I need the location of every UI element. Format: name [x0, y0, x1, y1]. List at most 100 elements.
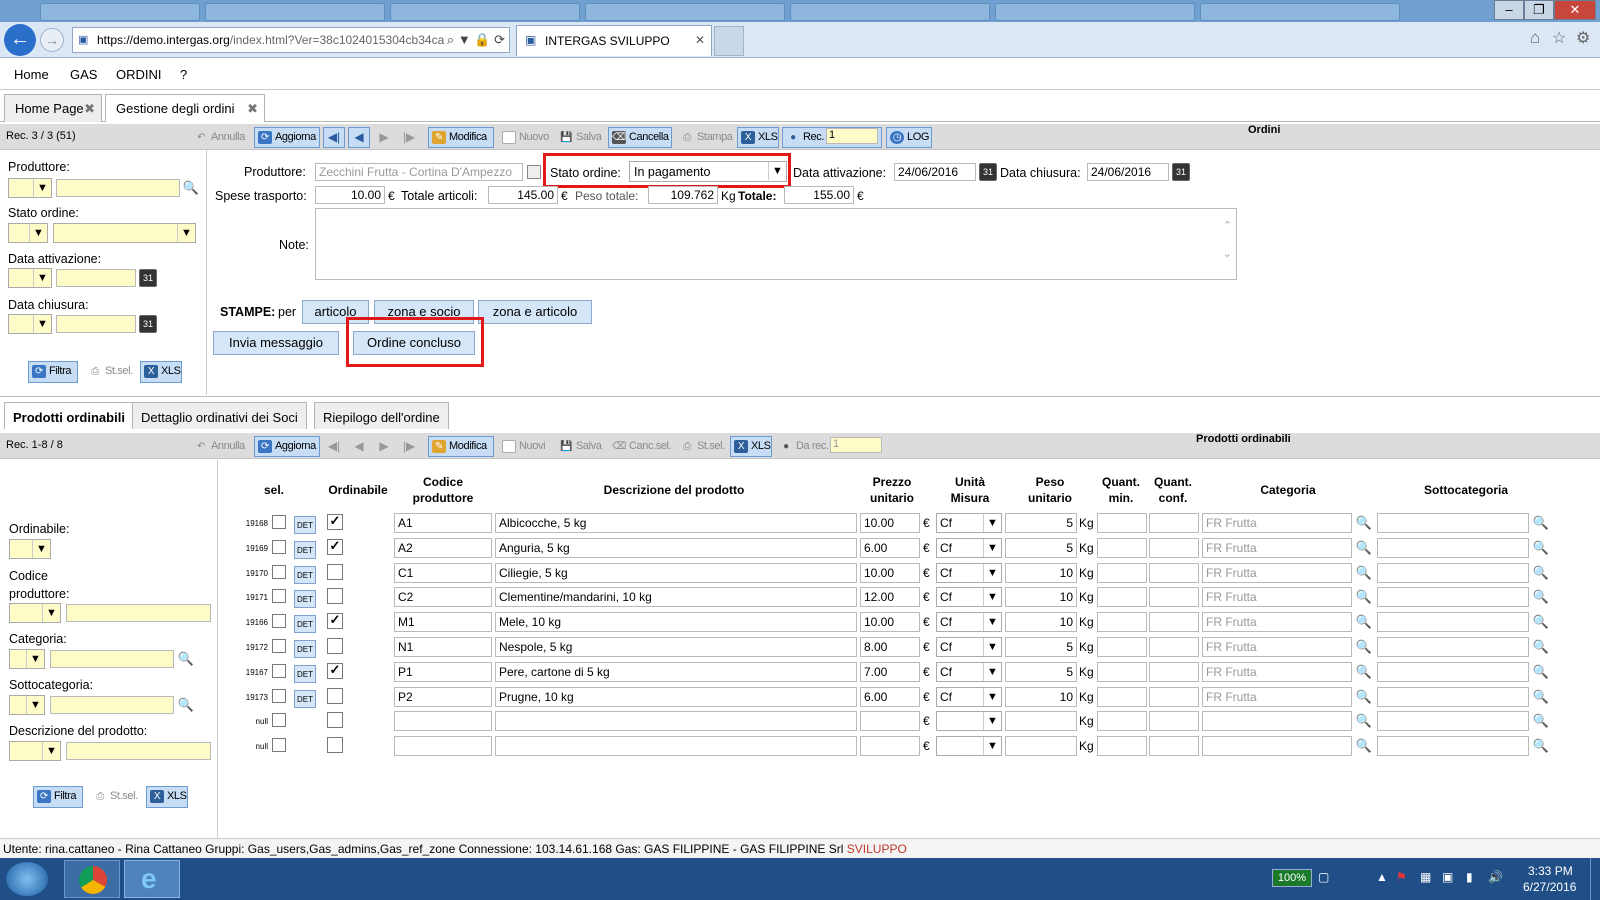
close-window-icon[interactable]: ✕: [1554, 0, 1596, 20]
search-icon[interactable]: 🔍: [182, 179, 200, 197]
sottocategoria-field[interactable]: [1377, 637, 1529, 657]
clock-date[interactable]: 6/27/2016: [1523, 880, 1576, 894]
aggiorna-button[interactable]: ⟳ Aggiorna: [254, 436, 320, 457]
search-icon[interactable]: 🔍: [1532, 638, 1550, 656]
filter-data-att-input[interactable]: [56, 269, 136, 287]
produttore-lookup-icon[interactable]: [527, 165, 541, 179]
filter-data-chiu-op[interactable]: ▼: [8, 314, 52, 334]
det-button[interactable]: DET: [294, 665, 316, 683]
filter-categoria-op[interactable]: ▼: [9, 649, 45, 669]
stsel-button[interactable]: ⎙ St.sel.: [676, 436, 728, 457]
filtra-button[interactable]: ⟳ Filtra: [28, 361, 78, 383]
prezzo-field[interactable]: [860, 736, 920, 756]
row-select-checkbox[interactable]: [272, 614, 286, 628]
peso-field[interactable]: 5: [1005, 662, 1077, 682]
categoria-field[interactable]: FR Frutta: [1202, 687, 1352, 707]
search-icon[interactable]: 🔍: [1355, 638, 1373, 656]
categoria-field[interactable]: FR Frutta: [1202, 513, 1352, 533]
device-icon[interactable]: ▣: [1442, 870, 1453, 884]
search-icon[interactable]: 🔍: [1355, 588, 1373, 606]
codice-field[interactable]: C1: [394, 563, 492, 583]
tray-expand-icon[interactable]: ▲: [1376, 870, 1388, 884]
search-icon[interactable]: 🔍: [177, 650, 195, 668]
unita-select[interactable]: Cf ▼: [936, 563, 1002, 583]
xls-button[interactable]: X XLS: [730, 436, 772, 457]
categoria-field[interactable]: FR Frutta: [1202, 587, 1352, 607]
stampa-zona-articolo-button[interactable]: zona e articolo: [478, 300, 592, 324]
peso-field[interactable]: [1005, 736, 1077, 756]
prezzo-field[interactable]: 6.00: [860, 538, 920, 558]
filter-codice-op[interactable]: ▼: [9, 603, 61, 623]
url-input[interactable]: ▣ https://demo.intergas.org/index.html?V…: [72, 27, 510, 53]
row-select-checkbox[interactable]: [272, 540, 286, 554]
tab-riepilogo-ordine[interactable]: Riepilogo dell'ordine: [314, 402, 449, 429]
qconf-field[interactable]: [1149, 612, 1199, 632]
peso-field[interactable]: [1005, 711, 1077, 731]
calendar-icon[interactable]: 31: [1172, 163, 1190, 181]
search-icon[interactable]: 🔍: [1355, 564, 1373, 582]
qconf-field[interactable]: [1149, 711, 1199, 731]
unita-select[interactable]: Cf ▼: [936, 513, 1002, 533]
salva-button[interactable]: 💾 Salva: [555, 436, 605, 457]
maximize-icon[interactable]: ❐: [1524, 0, 1554, 20]
search-icon[interactable]: 🔍: [1355, 514, 1373, 532]
menu-ordini[interactable]: ORDINI: [116, 67, 162, 82]
search-icon[interactable]: 🔍: [1532, 588, 1550, 606]
peso-field[interactable]: 10: [1005, 563, 1077, 583]
modifica-button[interactable]: ✎ Modifica: [428, 127, 494, 148]
ordinabile-checkbox[interactable]: [327, 712, 343, 728]
minimize-icon[interactable]: –: [1494, 0, 1524, 20]
ordinabile-checkbox[interactable]: ✓: [327, 514, 343, 530]
filter-categoria-input[interactable]: [50, 650, 174, 668]
qmin-field[interactable]: [1097, 612, 1147, 632]
nuovi-button[interactable]: Nuovi: [498, 436, 550, 457]
row-select-checkbox[interactable]: [272, 713, 286, 727]
log-button[interactable]: ◷ LOG: [886, 127, 932, 148]
sottocategoria-field[interactable]: [1377, 513, 1529, 533]
descrizione-field[interactable]: [495, 736, 857, 756]
peso-field[interactable]: 5: [1005, 513, 1077, 533]
qconf-field[interactable]: [1149, 587, 1199, 607]
splitter[interactable]: [0, 396, 1600, 397]
last-record-icon[interactable]: |▶: [398, 127, 420, 148]
sottocategoria-field[interactable]: [1377, 612, 1529, 632]
start-button[interactable]: [6, 862, 48, 896]
scroll-down-icon[interactable]: ⌄: [1223, 247, 1232, 260]
qmin-field[interactable]: [1097, 513, 1147, 533]
sottocategoria-field[interactable]: [1377, 687, 1529, 707]
clock-time[interactable]: 3:33 PM: [1528, 864, 1573, 878]
scroll-up-icon[interactable]: ⌃: [1223, 219, 1232, 232]
prezzo-field[interactable]: 6.00: [860, 687, 920, 707]
tab-gestione-ordini[interactable]: Gestione degli ordini ✖: [105, 94, 265, 122]
qmin-field[interactable]: [1097, 711, 1147, 731]
chrome-taskbar-icon[interactable]: [64, 860, 120, 898]
qconf-field[interactable]: [1149, 538, 1199, 558]
unita-select[interactable]: ▼: [936, 736, 1002, 756]
tab-dettaglio-ordinativi[interactable]: Dettaglio ordinativi dei Soci: [132, 402, 307, 429]
search-icon[interactable]: 🔍: [1355, 663, 1373, 681]
qmin-field[interactable]: [1097, 587, 1147, 607]
sottocategoria-field[interactable]: [1377, 736, 1529, 756]
xls-button[interactable]: X XLS: [140, 361, 182, 383]
qmin-field[interactable]: [1097, 736, 1147, 756]
browser-tab-active[interactable]: ▣ INTERGAS SVILUPPO ✕: [516, 25, 712, 56]
det-button[interactable]: DET: [294, 566, 316, 584]
filter-sottocategoria-input[interactable]: [50, 696, 174, 714]
descrizione-field[interactable]: Pere, cartone di 5 kg: [495, 662, 857, 682]
categoria-field[interactable]: FR Frutta: [1202, 612, 1352, 632]
annulla-button[interactable]: ↶ Annulla: [190, 436, 250, 457]
search-icon[interactable]: 🔍: [1532, 613, 1550, 631]
show-desktop-button[interactable]: [1590, 858, 1600, 900]
ordinabile-checkbox[interactable]: ✓: [327, 539, 343, 555]
qconf-field[interactable]: [1149, 687, 1199, 707]
prezzo-field[interactable]: 8.00: [860, 637, 920, 657]
qconf-field[interactable]: [1149, 637, 1199, 657]
codice-field[interactable]: A2: [394, 538, 492, 558]
nuovo-button[interactable]: Nuovo: [498, 127, 552, 148]
ordinabile-checkbox[interactable]: [327, 638, 343, 654]
codice-field[interactable]: N1: [394, 637, 492, 657]
det-button[interactable]: DET: [294, 615, 316, 633]
darec-input[interactable]: 1: [830, 437, 882, 453]
descrizione-field[interactable]: Mele, 10 kg: [495, 612, 857, 632]
row-select-checkbox[interactable]: [272, 689, 286, 703]
